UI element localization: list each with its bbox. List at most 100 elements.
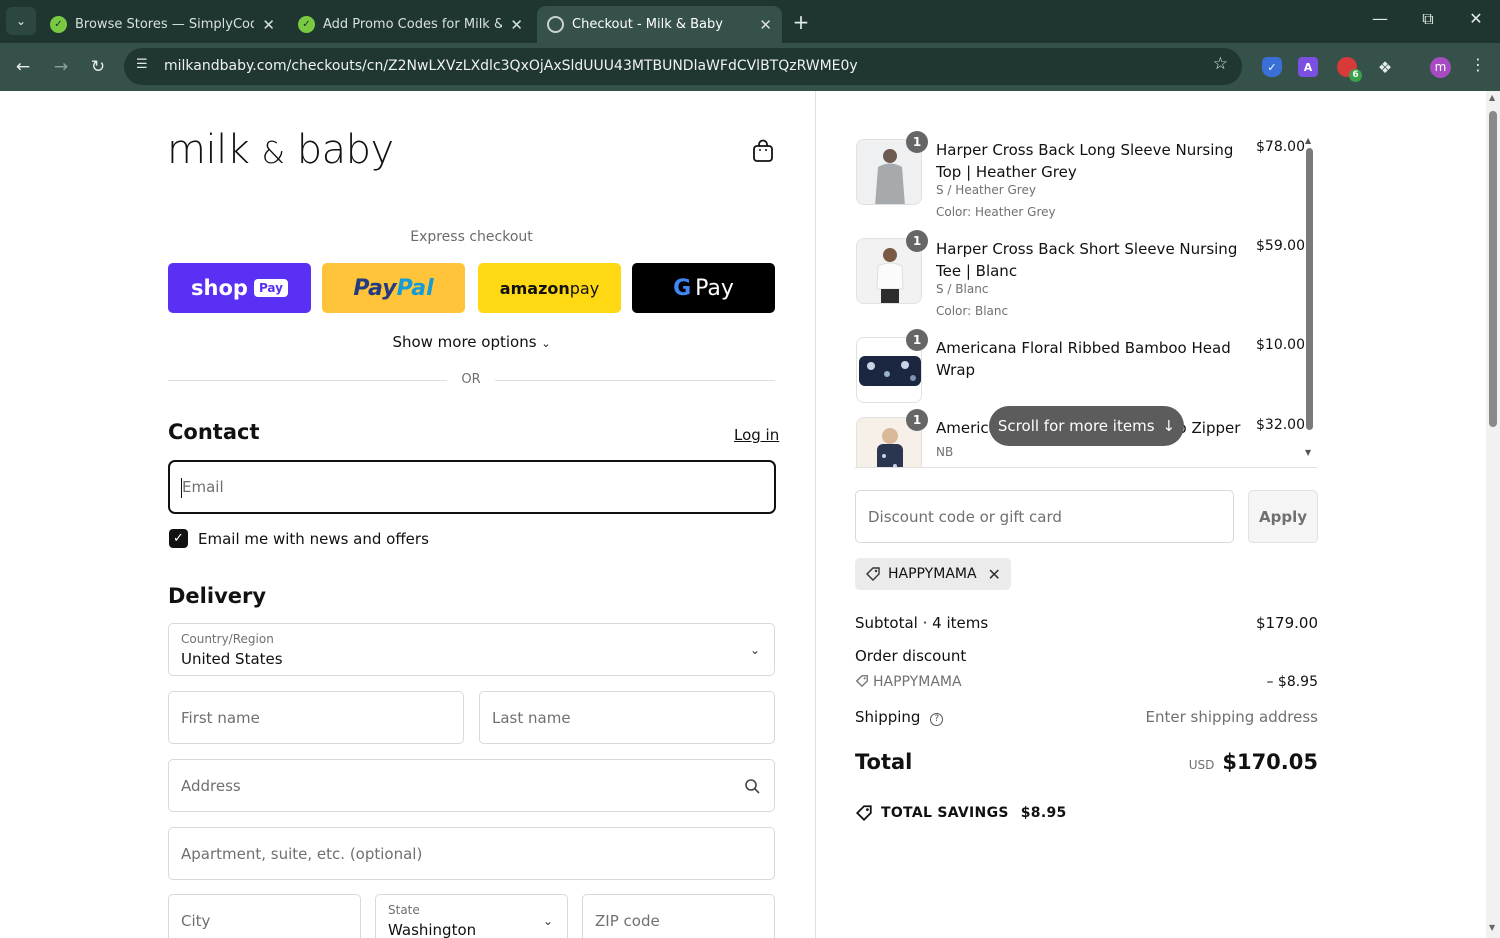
discount-code-row: HAPPYMAMA – $8.95: [855, 674, 1318, 690]
shipping-label: Shipping: [855, 708, 921, 726]
shield-extension-icon[interactable]: ✓: [1262, 57, 1282, 77]
discount-value: – $8.95: [1266, 674, 1318, 690]
newsletter-checkbox[interactable]: ✓: [169, 529, 188, 548]
store-logo[interactable]: milk & baby: [167, 127, 394, 173]
chevron-down-icon: ⌄: [749, 642, 760, 657]
first-name-field[interactable]: First name: [168, 691, 464, 744]
discount-code-input[interactable]: Discount code or gift card: [855, 490, 1234, 543]
tag-icon: [855, 675, 868, 688]
zip-field[interactable]: ZIP code: [582, 894, 775, 938]
scroll-for-more-items-button[interactable]: Scroll for more items ↓: [989, 406, 1184, 446]
country-label: Country/Region: [181, 632, 274, 646]
url-text[interactable]: milkandbaby.com/checkouts/cn/Z2NwLXVzLXd…: [164, 58, 858, 74]
shipping-value: Enter shipping address: [1145, 708, 1318, 726]
scroll-up-arrow-icon[interactable]: ▲: [1305, 136, 1311, 145]
coupon-extension-icon[interactable]: 6: [1337, 57, 1362, 82]
scroll-down-arrow-icon[interactable]: ▼: [1305, 448, 1311, 457]
email-placeholder: Email: [182, 478, 224, 496]
forward-arrow-icon[interactable]: →: [49, 55, 73, 79]
amazon-pay-button[interactable]: amazon pay: [478, 263, 621, 313]
minimize-window-icon[interactable]: —: [1368, 9, 1392, 28]
close-tab-icon[interactable]: ✕: [510, 16, 523, 34]
apartment-placeholder: Apartment, suite, etc. (optional): [181, 844, 423, 863]
google-pay-button[interactable]: G Pay: [632, 263, 775, 313]
scroll-up-arrow-icon[interactable]: ▲: [1489, 93, 1495, 102]
apartment-field[interactable]: Apartment, suite, etc. (optional): [168, 827, 775, 880]
tab-search-button[interactable]: ⌄: [6, 7, 36, 35]
show-more-label: Show more options: [392, 333, 537, 351]
tab-simplycodes-browse[interactable]: ✓ Browse Stores — SimplyCodes ✕: [40, 6, 285, 43]
last-name-field[interactable]: Last name: [479, 691, 775, 744]
shop-pay-button[interactable]: shop Pay: [168, 263, 311, 313]
restore-window-icon[interactable]: ⧉: [1416, 9, 1440, 29]
remove-discount-icon[interactable]: ✕: [988, 565, 1001, 584]
quantity-badge: 1: [906, 329, 928, 351]
tab-title: Add Promo Codes for Milk & Ba: [323, 17, 502, 32]
google-g-icon: G: [673, 275, 692, 301]
browser-menu-icon[interactable]: ⋮: [1470, 55, 1486, 74]
login-link[interactable]: Log in: [734, 426, 779, 444]
simplycodes-favicon-icon: ✓: [298, 16, 315, 33]
site-settings-icon[interactable]: ☰: [136, 57, 148, 72]
cart-item: 1 Americana Floral Ribbed Bamboo Head Wr…: [855, 329, 1305, 409]
chevron-down-icon: ⌄: [541, 337, 551, 350]
text-extension-icon[interactable]: A: [1298, 57, 1318, 77]
search-icon: [745, 779, 760, 794]
new-tab-plus-icon[interactable]: +: [790, 10, 812, 34]
contact-heading: Contact: [168, 420, 260, 444]
savings-label: TOTAL SAVINGS: [881, 805, 1009, 821]
city-placeholder: City: [181, 911, 211, 930]
help-circle-icon[interactable]: ?: [930, 713, 944, 726]
shipping-row: Shipping ? Enter shipping address: [855, 708, 1318, 726]
close-window-icon[interactable]: ✕: [1464, 9, 1488, 28]
item-name: Harper Cross Back Short Sleeve Nursing T…: [936, 240, 1238, 280]
logo-word-baby: baby: [296, 127, 394, 173]
state-value: Washington: [388, 921, 477, 938]
amazon-pay-word: pay: [569, 278, 600, 298]
close-tab-icon[interactable]: ✕: [759, 16, 772, 34]
items-scrollbar[interactable]: ▲ ▼: [1305, 136, 1315, 458]
close-tab-icon[interactable]: ✕: [262, 16, 275, 34]
extension-badge: 6: [1349, 69, 1362, 82]
extensions-puzzle-icon[interactable]: ❖: [1375, 57, 1395, 77]
chevron-down-icon: ⌄: [542, 913, 553, 928]
first-name-placeholder: First name: [181, 708, 260, 727]
last-name-placeholder: Last name: [492, 708, 571, 727]
logo-ampersand: &: [261, 136, 285, 171]
applied-code-text: HAPPYMAMA: [888, 566, 977, 582]
tab-simplycodes-add[interactable]: ✓ Add Promo Codes for Milk & Ba ✕: [288, 6, 533, 43]
newsletter-label[interactable]: Email me with news and offers: [198, 530, 429, 548]
reload-icon[interactable]: ↻: [86, 55, 110, 79]
scroll-hint-label: Scroll for more items: [997, 417, 1155, 435]
zip-placeholder: ZIP code: [595, 911, 660, 930]
items-scroll-thumb[interactable]: [1306, 148, 1313, 430]
bookmark-star-icon[interactable]: ☆: [1213, 54, 1228, 74]
profile-avatar[interactable]: m: [1430, 57, 1451, 78]
tag-icon: [855, 805, 872, 822]
apply-discount-button[interactable]: Apply: [1248, 490, 1318, 543]
page-scroll-thumb[interactable]: [1489, 111, 1497, 427]
quantity-badge: 1: [906, 131, 928, 153]
scroll-down-arrow-icon[interactable]: ▼: [1489, 923, 1495, 932]
applied-discount-chip: HAPPYMAMA ✕: [855, 558, 1011, 590]
quantity-badge: 1: [906, 230, 928, 252]
address-field[interactable]: Address: [168, 759, 775, 812]
show-more-options-button[interactable]: Show more options ⌄: [168, 333, 775, 351]
paypal-button[interactable]: Pay Pal: [322, 263, 465, 313]
discount-placeholder: Discount code or gift card: [868, 507, 1062, 526]
shopping-bag-icon[interactable]: [752, 139, 774, 163]
total-label: Total: [855, 750, 913, 774]
tab-checkout[interactable]: Checkout - Milk & Baby ✕: [537, 6, 782, 43]
country-select[interactable]: Country/Region United States ⌄: [168, 623, 775, 676]
total-savings: TOTAL SAVINGS $8.95: [855, 804, 1067, 822]
email-field[interactable]: Email: [168, 460, 776, 514]
total-row: Total USD $170.05: [855, 750, 1318, 774]
state-select[interactable]: State Washington ⌄: [375, 894, 568, 938]
city-field[interactable]: City: [168, 894, 361, 938]
extension-letter: A: [1303, 60, 1313, 74]
back-arrow-icon[interactable]: ←: [11, 55, 35, 79]
arrow-down-icon: ↓: [1162, 417, 1176, 435]
address-bar[interactable]: ☰ milkandbaby.com/checkouts/cn/Z2NwLXVzL…: [124, 48, 1242, 85]
page-scrollbar[interactable]: ▲ ▼: [1486, 91, 1500, 938]
subtotal-row: Subtotal · 4 items $179.00: [855, 614, 1318, 632]
